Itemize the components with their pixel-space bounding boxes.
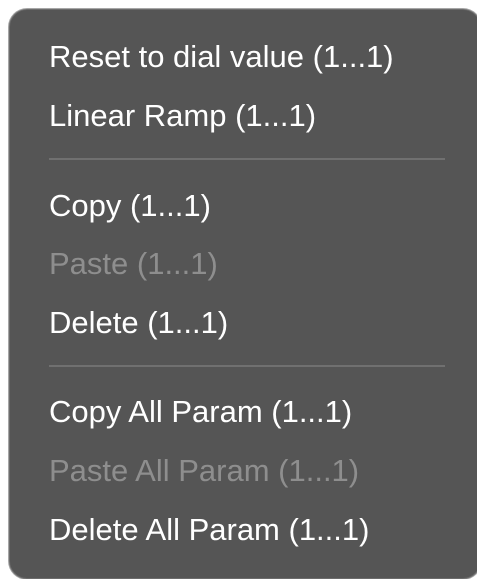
- menu-separator: [49, 365, 445, 367]
- menu-item-linear-ramp[interactable]: Linear Ramp (1...1): [49, 91, 316, 141]
- menu-item-paste-all-param: Paste All Param (1...1): [49, 453, 360, 488]
- menu-item-reset-to-dial-value[interactable]: Reset to dial value (1...1): [49, 32, 394, 82]
- menu-item-copy[interactable]: Copy (1...1): [49, 181, 211, 231]
- menu-item-delete[interactable]: Delete (1...1): [49, 298, 228, 348]
- context-menu: Reset to dial value (1...1) Linear Ramp …: [9, 9, 477, 579]
- menu-item-copy-all-param[interactable]: Copy All Param (1...1): [49, 387, 352, 437]
- menu-item-paste: Paste (1...1): [49, 246, 218, 281]
- menu-separator: [49, 158, 445, 160]
- menu-item-delete-all-param[interactable]: Delete All Param (1...1): [49, 505, 369, 555]
